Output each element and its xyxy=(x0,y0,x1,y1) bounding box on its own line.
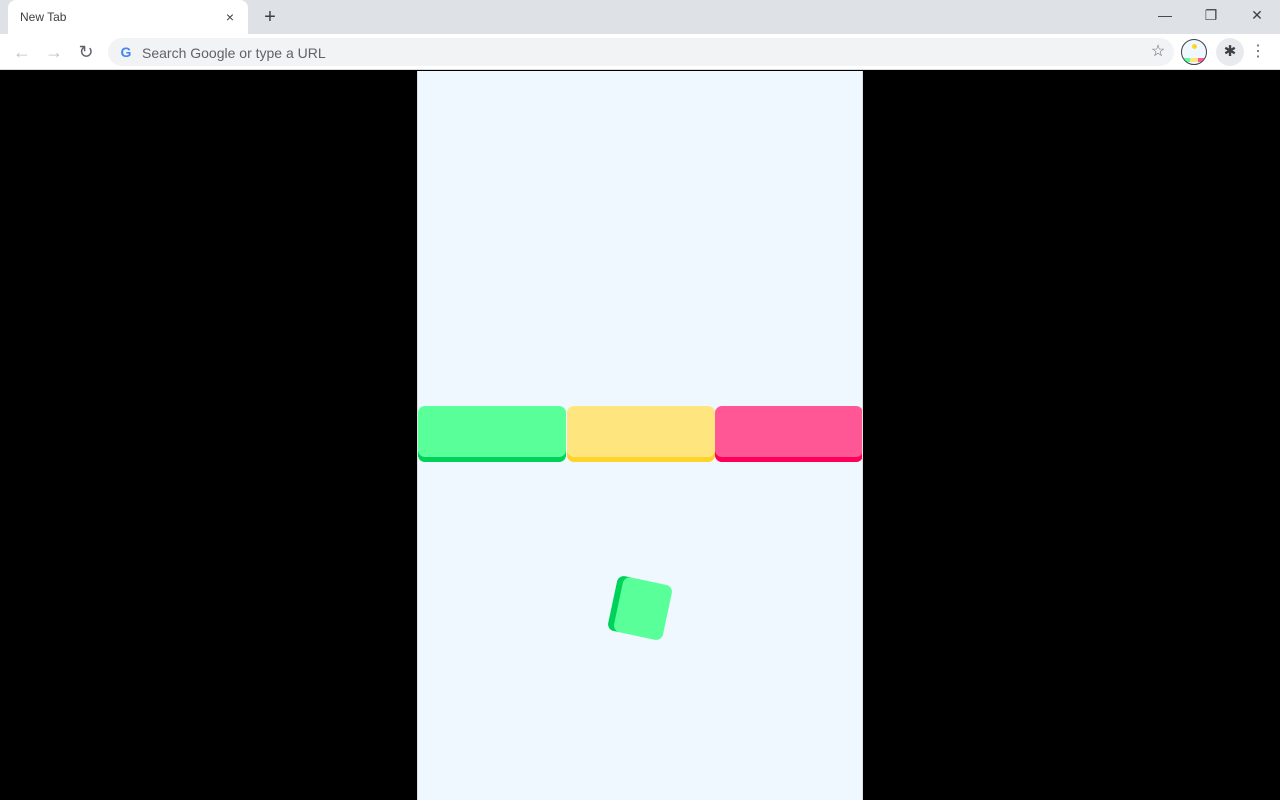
block-green[interactable] xyxy=(418,406,566,462)
tab-new-tab[interactable]: New Tab × xyxy=(8,0,248,34)
forward-icon[interactable]: → xyxy=(42,40,66,64)
bookmark-star-icon[interactable]: ☆ xyxy=(1148,42,1168,62)
address-bar[interactable]: G Search Google or type a URL ☆ xyxy=(108,38,1174,66)
tab-strip: New Tab × + — ❐ ✕ xyxy=(0,0,1280,34)
tab-title: New Tab xyxy=(20,10,67,24)
extensions-puzzle-icon[interactable]: ✱ xyxy=(1216,38,1244,66)
restore-icon[interactable]: ❐ xyxy=(1196,4,1226,26)
avatar-bar-yellow xyxy=(1190,58,1198,62)
menu-icon[interactable]: ⋮ xyxy=(1250,40,1266,64)
block-pink[interactable] xyxy=(715,406,862,462)
close-tab-icon[interactable]: × xyxy=(222,9,238,25)
close-window-icon[interactable]: ✕ xyxy=(1242,4,1272,26)
block-yellow[interactable] xyxy=(567,406,715,462)
minimize-icon[interactable]: — xyxy=(1150,4,1180,26)
game-canvas[interactable] xyxy=(417,71,863,800)
reload-icon[interactable]: ↻ xyxy=(74,40,98,64)
google-icon: G xyxy=(120,44,132,60)
profile-avatar[interactable] xyxy=(1181,39,1207,65)
back-icon[interactable]: ← xyxy=(10,40,34,64)
browser-toolbar: ← → ↻ G Search Google or type a URL ☆ xyxy=(0,34,1280,70)
new-tab-button[interactable]: + xyxy=(259,6,281,28)
player-cube xyxy=(606,574,674,642)
avatar-dot xyxy=(1192,44,1197,49)
avatar-bar-green xyxy=(1182,58,1190,62)
avatar-bar-pink xyxy=(1198,58,1206,62)
address-input[interactable]: Search Google or type a URL xyxy=(142,45,326,61)
